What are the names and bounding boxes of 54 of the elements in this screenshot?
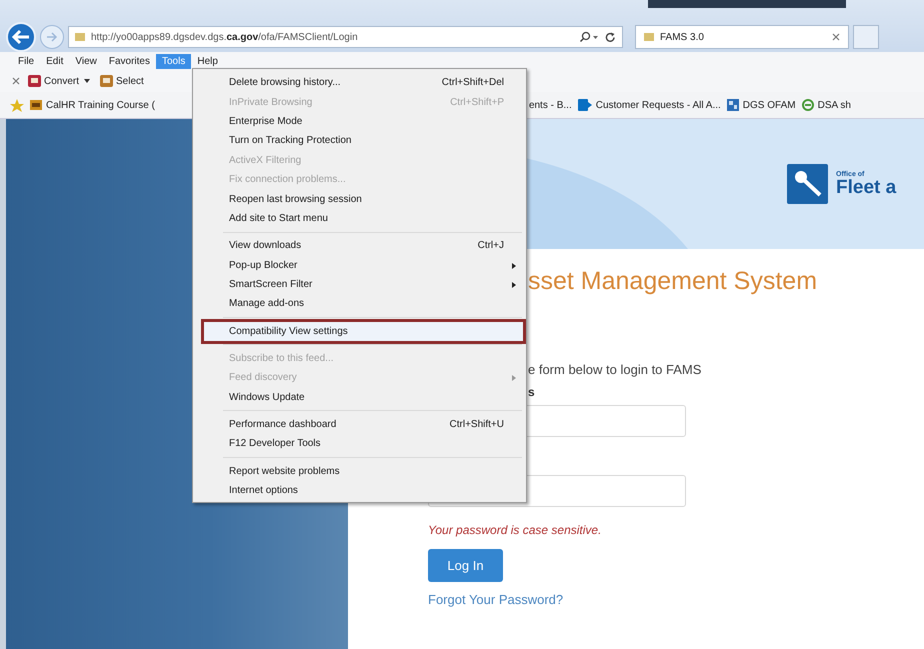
menu-item[interactable]: Enterprise Mode bbox=[193, 112, 526, 132]
password-note: Your password is case sensitive. bbox=[428, 523, 602, 537]
favorites-link[interactable]: DSA sh bbox=[818, 100, 851, 110]
page-title: sset Management System bbox=[528, 267, 818, 296]
favorites-star-icon[interactable] bbox=[10, 98, 24, 112]
logo-title: Fleet a bbox=[836, 178, 896, 198]
page-icon bbox=[644, 33, 654, 41]
favorites-link[interactable]: ents - B... bbox=[528, 100, 572, 110]
menu-item[interactable]: Turn on Tracking Protection bbox=[193, 131, 526, 151]
instructions-text: e form below to login to FAMS bbox=[528, 362, 702, 377]
menu-bar-item[interactable]: Edit bbox=[40, 54, 70, 68]
menu-item[interactable]: Internet options bbox=[193, 481, 526, 500]
caret-icon[interactable] bbox=[82, 78, 92, 84]
login-button[interactable]: Log In bbox=[428, 549, 503, 582]
menu-item[interactable]: Report website problems bbox=[193, 462, 526, 482]
menu-item[interactable]: Windows Update bbox=[193, 387, 526, 407]
toolbar-button[interactable]: Convert bbox=[44, 76, 80, 86]
forward-arrow-icon bbox=[46, 32, 58, 42]
address-field[interactable]: http://yo00apps89.dgsdev.dgs.ca.gov/ofa/FAMSClient/Login bbox=[68, 26, 623, 48]
close-icon[interactable] bbox=[12, 77, 20, 85]
key-icon bbox=[787, 164, 828, 204]
menu-item[interactable]: SmartScreen Filter bbox=[193, 274, 526, 294]
menu-item[interactable]: Delete browsing history... Ctrl+Shift+Del bbox=[193, 73, 526, 92]
hr-icon bbox=[30, 100, 42, 110]
menu-bar-item[interactable]: Favorites bbox=[102, 54, 156, 68]
back-button[interactable] bbox=[6, 22, 36, 52]
favorites-link[interactable]: DGS OFAM bbox=[742, 100, 796, 110]
close-icon[interactable] bbox=[832, 33, 840, 41]
menu-item[interactable]: Performance dashboard Ctrl+Shift+U bbox=[193, 414, 526, 434]
menu-item[interactable]: View downloads Ctrl+J bbox=[193, 236, 526, 256]
menu-bar-item[interactable]: File bbox=[12, 54, 40, 68]
globe-icon bbox=[802, 99, 814, 111]
menu-item[interactable]: Manage add-ons bbox=[193, 294, 526, 314]
menu-item[interactable]: F12 Developer Tools bbox=[193, 434, 526, 454]
favorites-link[interactable]: Customer Requests - All A... bbox=[596, 100, 721, 110]
favorites-link[interactable]: CalHR Training Course ( bbox=[46, 100, 155, 110]
toolbar-tool-icon bbox=[100, 75, 114, 87]
forgot-password-link[interactable]: Forgot Your Password? bbox=[428, 592, 924, 607]
tile-icon bbox=[726, 99, 739, 111]
toolbar-button[interactable]: Select bbox=[116, 76, 144, 86]
menu-item[interactable]: Pop-up Blocker bbox=[193, 256, 526, 275]
back-arrow-icon bbox=[11, 29, 31, 45]
menu-bar-item[interactable]: Help bbox=[191, 54, 224, 68]
search-icon[interactable] bbox=[579, 31, 599, 43]
toolbar-tool-icon bbox=[28, 75, 41, 87]
menu-item[interactable]: Add site to Start menu bbox=[193, 208, 526, 228]
menu-item[interactable]: Compatibility View settings bbox=[201, 318, 526, 344]
refresh-icon[interactable] bbox=[605, 32, 616, 42]
browser-tab[interactable]: FAMS 3.0 bbox=[635, 25, 849, 49]
page-icon bbox=[75, 33, 85, 41]
menu-item[interactable]: Reopen last browsing session bbox=[193, 189, 526, 209]
menu-bar-item[interactable]: View bbox=[69, 54, 103, 68]
document-icon bbox=[578, 99, 592, 111]
field-label: s bbox=[528, 385, 536, 399]
